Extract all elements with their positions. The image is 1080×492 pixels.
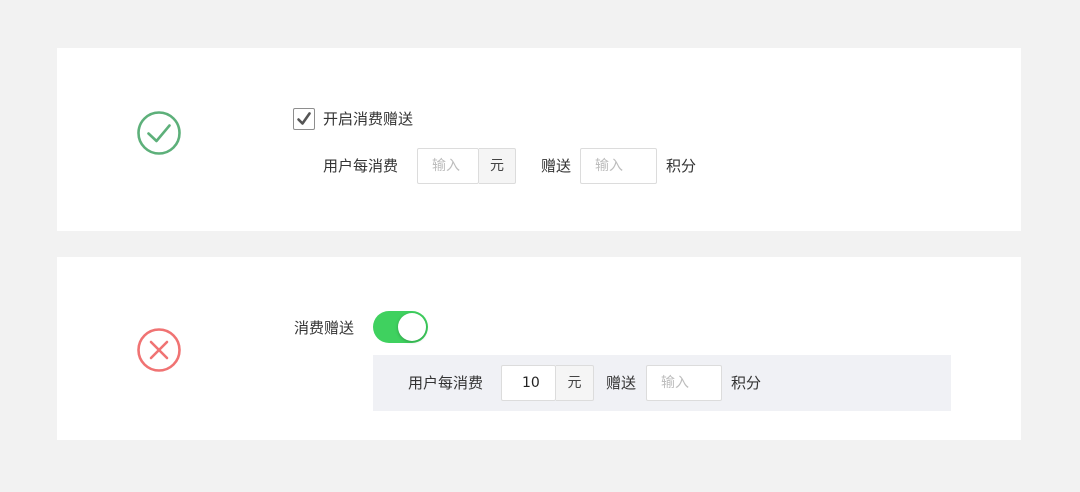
check-circle-icon xyxy=(137,111,181,155)
currency-unit-addon: 元 xyxy=(556,365,594,401)
gift-label: 赠送 xyxy=(541,157,572,175)
spend-label: 用户每消费 xyxy=(323,157,399,175)
bad-example-card: 消费赠送 用户每消费 10 元 赠送 输入 积分 xyxy=(57,257,1021,440)
currency-unit-addon: 元 xyxy=(479,148,516,184)
gift-toggle-switch[interactable] xyxy=(373,311,428,343)
checkmark-icon xyxy=(297,112,311,125)
gift-points-input[interactable]: 输入 xyxy=(580,148,657,184)
gift-settings-panel: 用户每消费 10 元 赠送 输入 积分 xyxy=(373,355,951,411)
points-unit-label: 积分 xyxy=(731,374,762,392)
spend-amount-input[interactable]: 10 xyxy=(501,365,556,401)
spend-label: 用户每消费 xyxy=(408,374,484,392)
gift-points-input[interactable]: 输入 xyxy=(646,365,722,401)
gift-label: 赠送 xyxy=(606,374,637,392)
x-circle-icon xyxy=(137,328,181,372)
good-example-card: 开启消费赠送 用户每消费 输入 元 赠送 输入 积分 xyxy=(57,48,1021,231)
points-unit-label: 积分 xyxy=(666,157,697,175)
toggle-knob xyxy=(398,313,426,341)
enable-gift-label[interactable]: 开启消费赠送 xyxy=(323,109,413,129)
spend-amount-input[interactable]: 输入 xyxy=(417,148,479,184)
gift-switch-label: 消费赠送 xyxy=(294,319,355,337)
enable-gift-checkbox[interactable] xyxy=(293,108,315,130)
